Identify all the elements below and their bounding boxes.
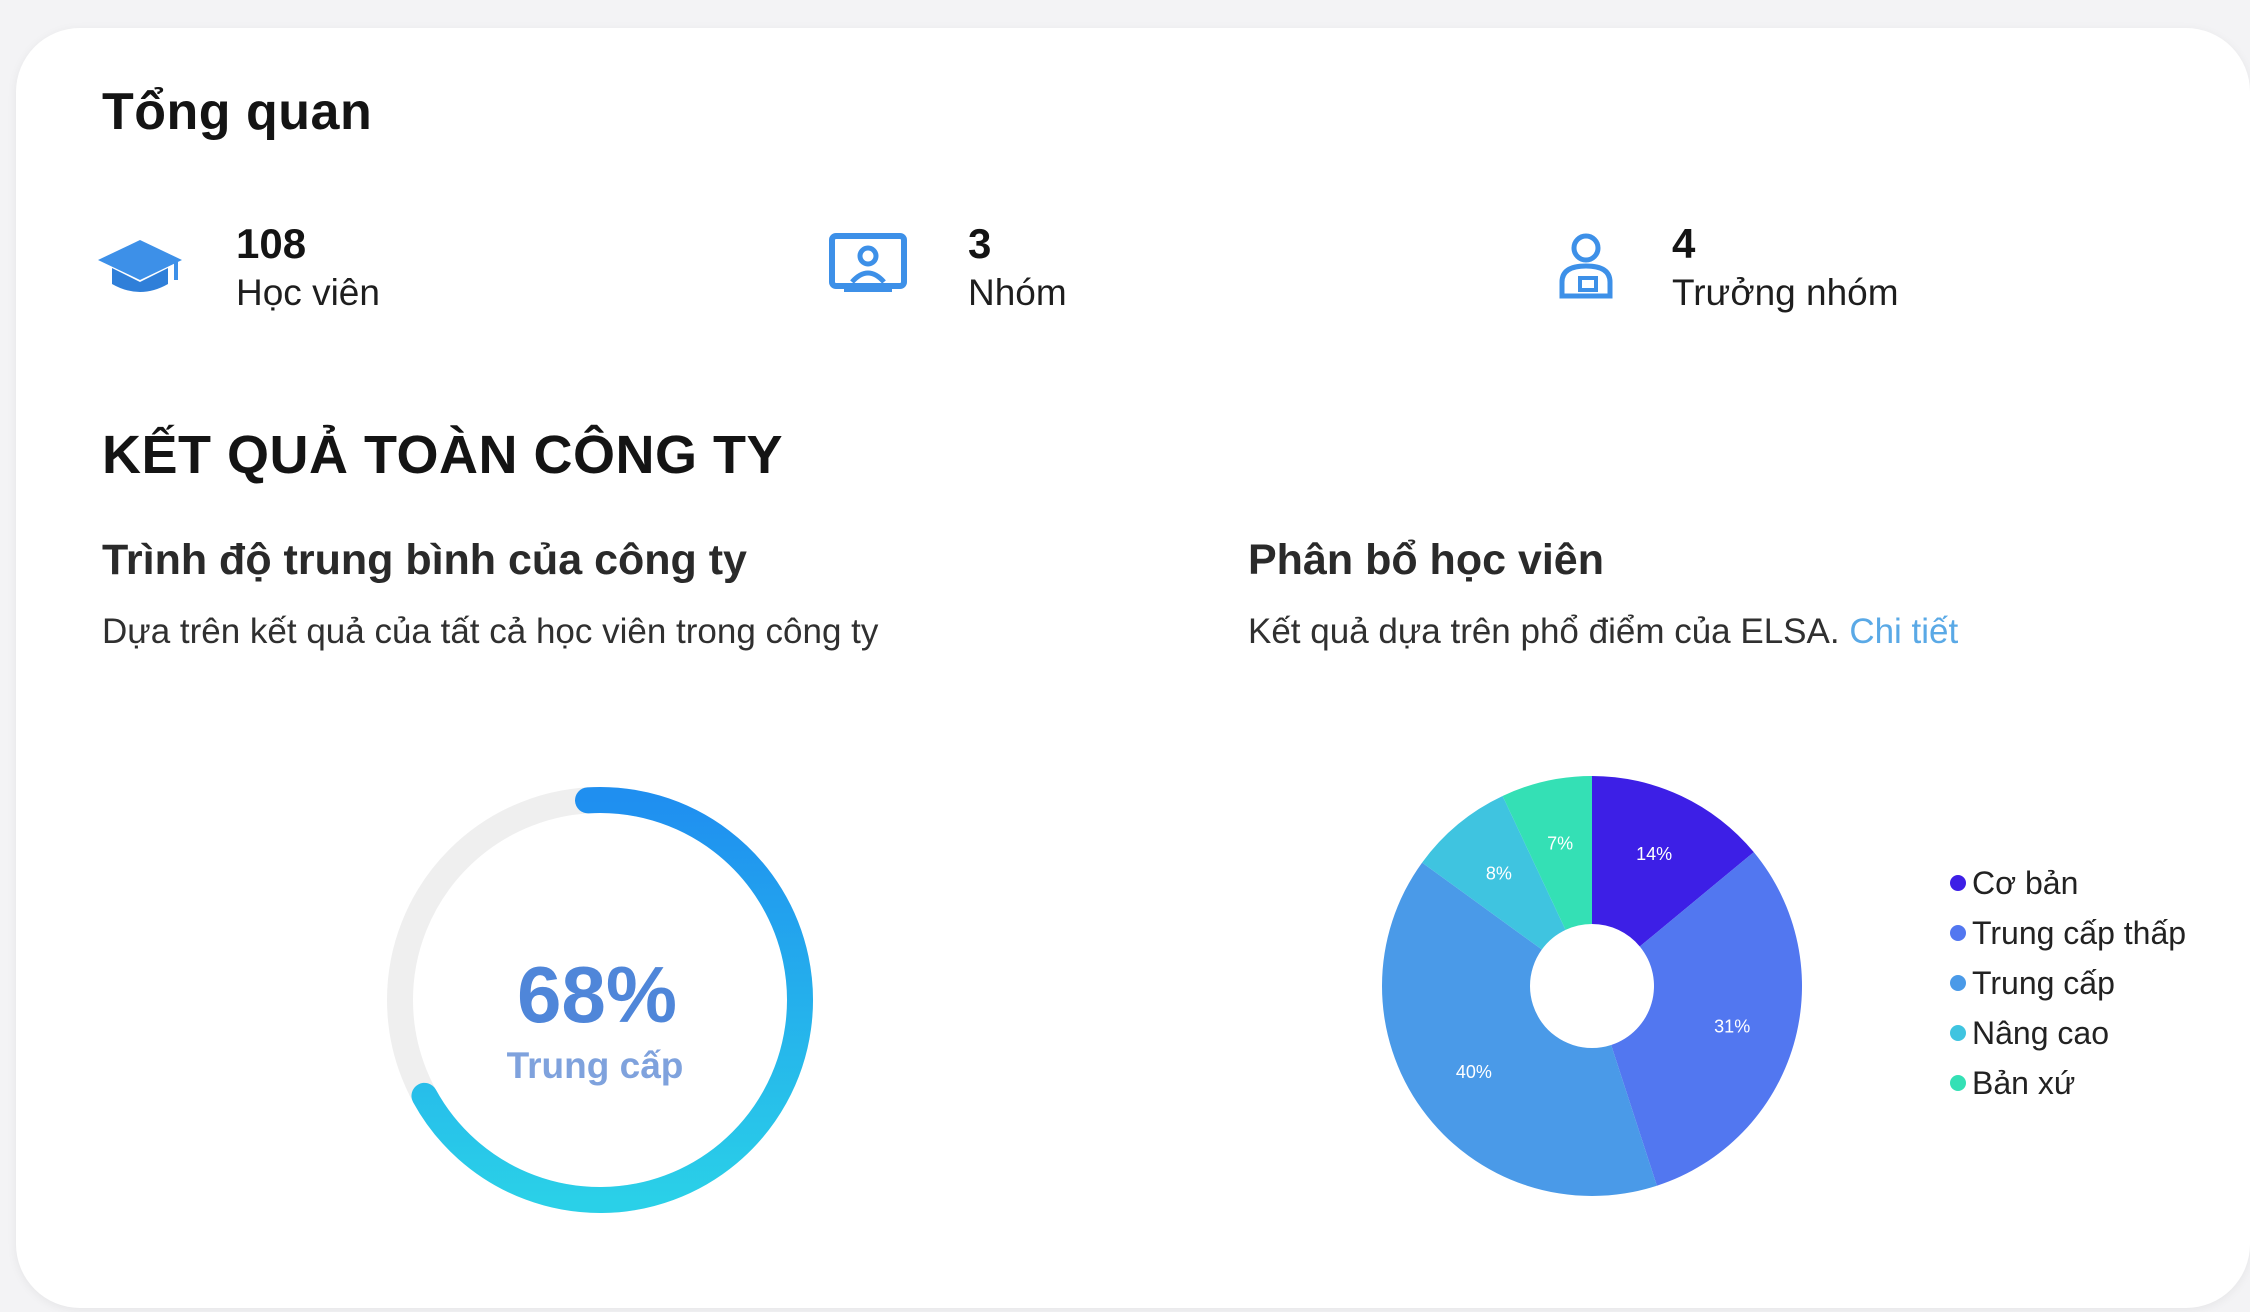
legend-dot-icon [1950,875,1966,891]
average-level-desc: Dựa trên kết quả của tất cả học viên tro… [102,612,879,651]
pie-slice-label-3: 40% [1456,1062,1492,1082]
legend-dot-icon [1950,925,1966,941]
team-leaders-label: Trưởng nhóm [1672,272,1899,313]
legend-item: Cơ bản [1950,858,2186,908]
students-count: 108 [236,220,307,267]
groups-count: 3 [968,220,992,267]
graduation-cap-icon [98,236,182,305]
details-link[interactable]: Chi tiết [1849,612,1958,651]
team-leaders-count: 4 [1672,220,1696,267]
legend-item: Trung cấp [1950,958,2186,1008]
distribution-desc-text: Kết quả dựa trên phổ điểm của ELSA. [1248,612,1850,651]
gauge-level: Trung cấp [507,1045,684,1086]
gauge-percent: 68% [517,950,677,1039]
legend-item: Nâng cao [1950,1008,2186,1058]
team-leader-icon [1556,230,1616,307]
average-level-gauge: 68% Trung cấp [360,760,840,1245]
pie-slice-label-1: 14% [1636,844,1672,864]
distribution-desc: Kết quả dựa trên phổ điểm của ELSA. Chi … [1248,612,1958,652]
students-label: Học viên [236,272,380,313]
stat-students: 108 Học viên [98,220,798,330]
section-title: KẾT QUẢ TOÀN CÔNG TY [102,425,784,485]
stat-team-leaders: 4 Trưởng nhóm [1556,220,2196,330]
legend-label: Cơ bản [1972,864,2079,901]
distribution-pie-chart: 14% 31% 40% 8% 7% [1372,768,1812,1213]
chart-legend: Cơ bản Trung cấp thấp Trung cấp Nâng cao Bản… [1950,858,2186,1108]
legend-dot-icon [1950,975,1966,991]
stat-groups: 3 Nhóm [828,220,1528,330]
average-level-title: Trình độ trung bình của công ty [102,536,747,584]
legend-item: Bản xứ [1950,1058,2186,1108]
overview-title: Tổng quan [102,83,373,141]
legend-label: Bản xứ [1972,1064,2076,1101]
legend-label: Trung cấp [1972,964,2115,1001]
legend-dot-icon [1950,1025,1966,1041]
pie-slice-label-4: 8% [1486,864,1512,884]
groups-label: Nhóm [968,272,1067,313]
distribution-title: Phân bổ học viên [1248,536,1604,584]
legend-item: Trung cấp thấp [1950,908,2186,958]
legend-dot-icon [1950,1075,1966,1091]
pie-slice-label-2: 31% [1714,1017,1750,1037]
pie-slice-label-5: 7% [1547,834,1573,854]
group-screen-icon [828,230,908,305]
legend-label: Nâng cao [1972,1014,2109,1051]
legend-label: Trung cấp thấp [1972,914,2187,951]
